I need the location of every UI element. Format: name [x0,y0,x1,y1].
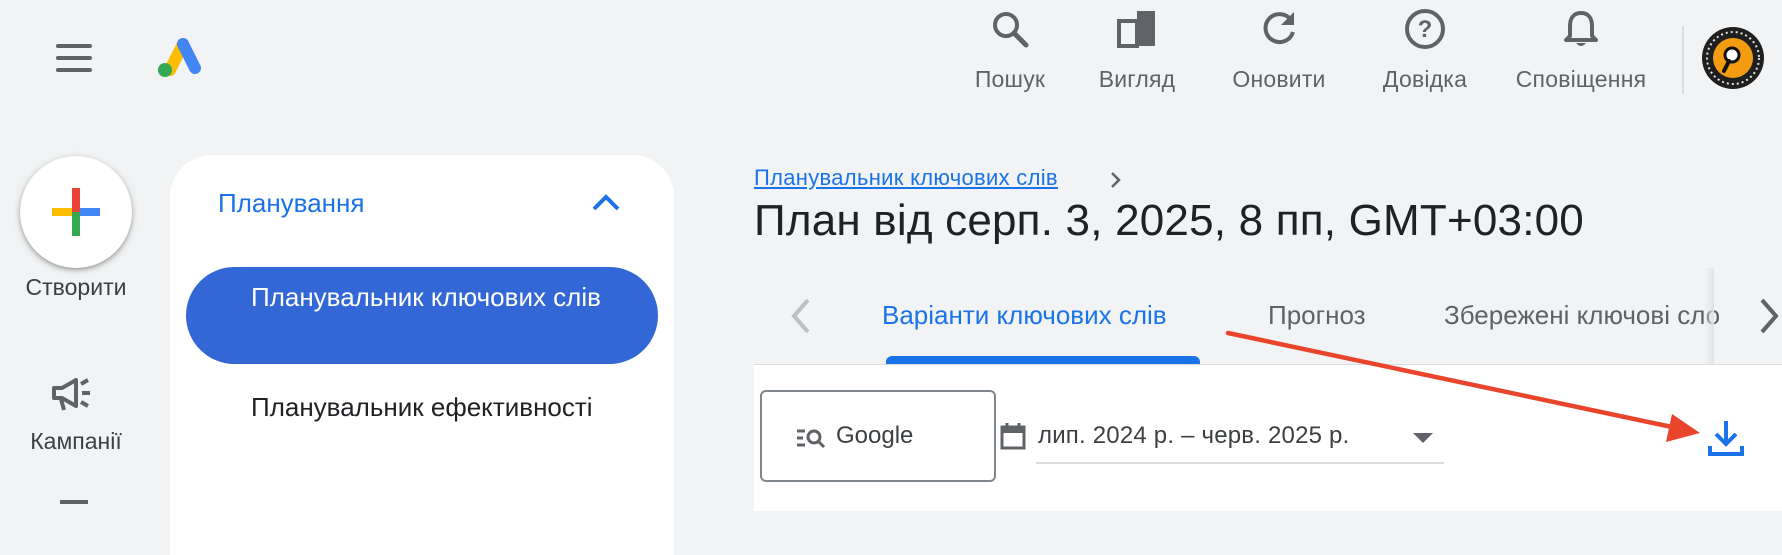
svg-text:?: ? [1418,16,1433,43]
download-icon[interactable] [1706,418,1746,458]
toolbar-divider [1682,26,1684,94]
refresh-icon [1258,8,1300,50]
dropdown-arrow-icon [1412,432,1434,444]
search-button[interactable]: Пошук [950,8,1070,96]
page-title: План від серп. 3, 2025, 8 пп, GMT+03:00 [754,196,1584,245]
tab-keyword-ideas[interactable]: Варіанти ключових слів [882,300,1167,331]
search-icon [989,8,1031,50]
google-ads-logo[interactable] [152,32,204,80]
notifications-label: Сповіщення [1515,66,1647,92]
breadcrumb-keyword-planner[interactable]: Планувальник ключових слів [754,165,1058,191]
tabs-overflow-clip: Збережені ключові слова [1440,300,1720,340]
create-label: Створити [25,274,127,300]
help-label: Довідка [1382,66,1468,92]
network-label: Google [836,422,914,449]
search-network-icon [796,426,826,450]
tabs-scroll-left-icon[interactable] [788,296,814,336]
notifications-icon [1560,8,1602,50]
account-avatar[interactable] [1702,27,1764,89]
calendar-icon [1000,422,1026,450]
create-button[interactable] [20,156,132,268]
main-menu-button[interactable] [52,44,96,74]
view-button[interactable]: Вигляд [1077,8,1197,96]
active-tab-indicator [886,356,1200,364]
campaigns-megaphone-icon[interactable] [50,376,94,414]
tab-saved-keywords[interactable]: Збережені ключові слова [1444,300,1720,331]
refresh-button[interactable]: Оновити [1219,8,1339,96]
nav-item-performance-planner[interactable]: Планувальник ефективності [251,387,631,427]
help-icon: ? [1404,8,1446,50]
nav-item-label: Планувальник ключових слів [251,282,601,312]
search-label: Пошук [974,66,1046,92]
view-icon [1116,8,1158,50]
view-label: Вигляд [1098,66,1176,92]
nav-item-keyword-planner[interactable]: Планувальник ключових слів [186,267,658,364]
chevron-up-icon[interactable] [590,190,622,214]
chevron-right-icon [1109,170,1123,190]
tabs-scroll-right-icon[interactable] [1756,296,1782,336]
planning-group-title[interactable]: Планування [218,188,364,219]
notifications-button[interactable]: Сповіщення [1504,8,1658,96]
tab-forecast[interactable]: Прогноз [1268,300,1366,331]
tabs-overflow-fade [1704,268,1714,364]
network-selector-button[interactable]: Google [760,390,996,482]
date-range-value: лип. 2024 р. – черв. 2025 р. [1038,422,1350,449]
rail-next-item-icon [60,500,88,504]
date-range-select[interactable]: лип. 2024 р. – черв. 2025 р. [1036,412,1444,464]
refresh-label: Оновити [1232,66,1326,92]
help-button[interactable]: ? Довідка [1365,8,1485,96]
campaigns-label[interactable]: Кампанії [0,428,152,455]
